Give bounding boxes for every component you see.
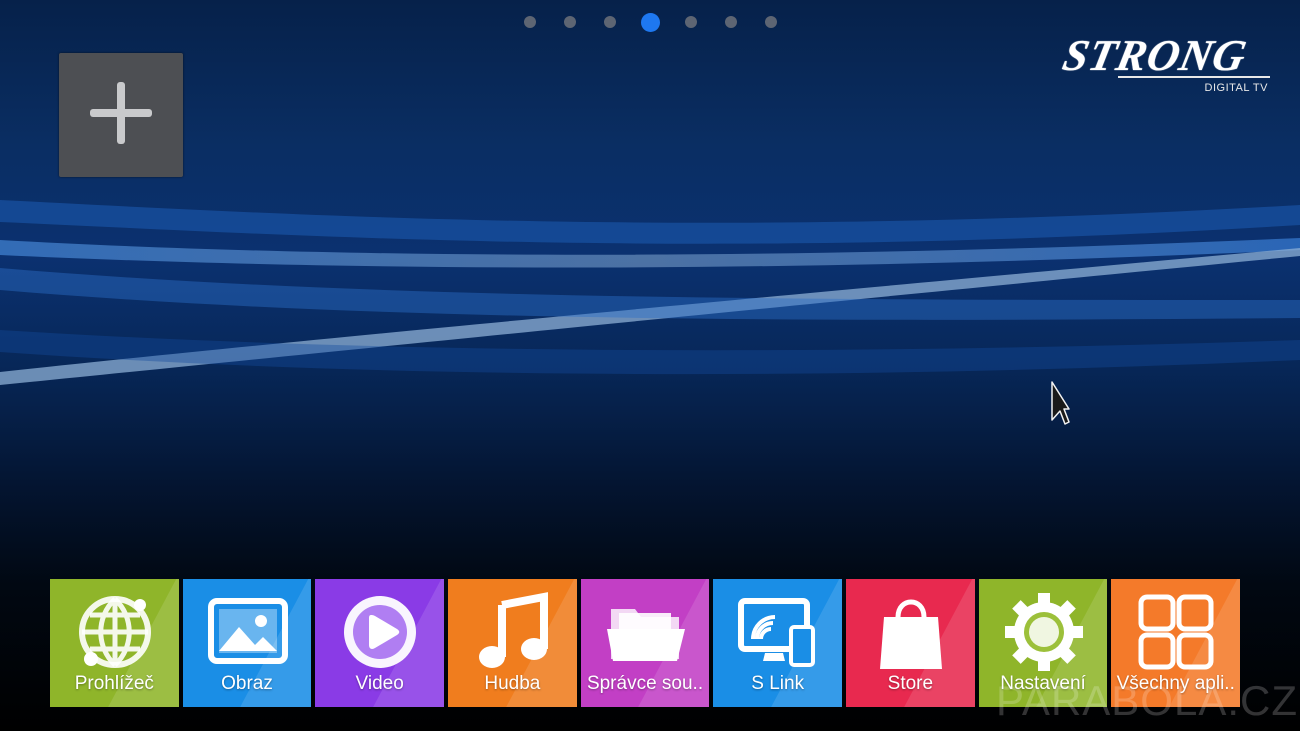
watermark: PARABOLA.CZ — [996, 677, 1298, 724]
app-tile[interactable]: S Link — [713, 579, 843, 707]
page-dot[interactable] — [603, 16, 616, 28]
app-label: S Link — [751, 673, 805, 694]
logo-wordmark: STRONG — [1058, 31, 1252, 80]
globe-icon — [79, 596, 151, 668]
brand-logo: STRONG DIGITAL TV — [1042, 30, 1274, 96]
app-tile[interactable]: Video — [315, 579, 445, 707]
app-label: Video — [355, 673, 404, 694]
logo-tagline: DIGITAL TV — [1204, 82, 1268, 94]
image-icon — [207, 598, 288, 664]
add-widget-button[interactable] — [59, 53, 183, 177]
page-dot[interactable] — [523, 16, 536, 28]
app-label: Správce sou.. — [586, 673, 704, 694]
app-tile[interactable]: Hudba — [448, 579, 577, 707]
page-dot[interactable] — [764, 16, 777, 28]
app-label: Obraz — [221, 673, 273, 694]
screen-cast-icon — [738, 598, 816, 667]
mouse-pointer-icon — [1051, 381, 1070, 425]
page-dot[interactable] — [724, 16, 737, 28]
music-note-icon — [479, 592, 549, 668]
page-dot[interactable] — [684, 16, 697, 28]
gear-icon — [1004, 593, 1083, 671]
app-grid-icon — [1138, 594, 1214, 670]
app-tile[interactable]: Store — [846, 579, 975, 707]
app-label: Prohlížeč — [74, 673, 154, 694]
page-dot[interactable] — [640, 12, 660, 32]
app-tile[interactable]: Prohlížeč — [50, 579, 179, 707]
app-tile[interactable]: Obraz — [182, 579, 312, 707]
app-label: Store — [887, 673, 934, 694]
shopping-bag-icon — [880, 599, 943, 669]
app-tile[interactable]: Správce sou.. — [580, 579, 710, 707]
play-icon — [344, 596, 417, 668]
app-label: Hudba — [484, 673, 541, 694]
home-screen: STRONG DIGITAL TV Prohlížeč Obraz Video Hud… — [0, 0, 1300, 731]
page-dot[interactable] — [563, 16, 576, 28]
folder-icon — [606, 609, 685, 661]
